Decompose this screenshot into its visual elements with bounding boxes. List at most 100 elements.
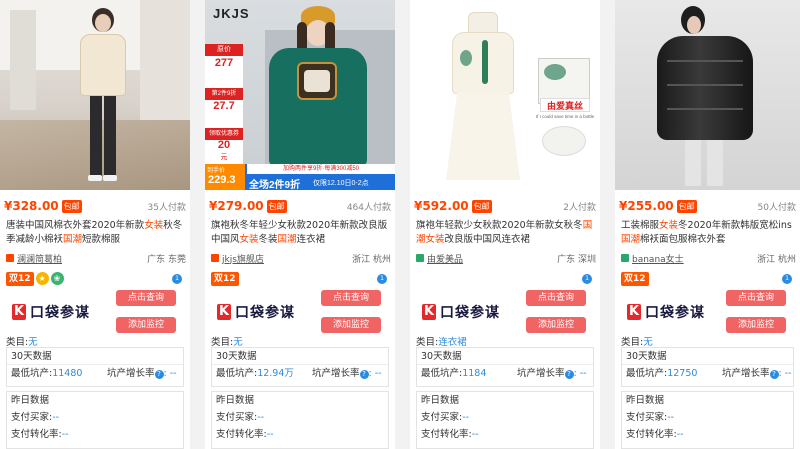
sales-count: 2人付款 — [563, 202, 596, 213]
location: 广东 东莞 — [147, 254, 186, 265]
notification-icon[interactable]: 1 — [172, 274, 182, 284]
free-shipping-badge: 包邮 — [471, 199, 492, 213]
price-row: ¥279.00 包邮 464人付款 — [209, 198, 391, 214]
category: 类目:无 — [6, 337, 38, 348]
add-monitor-button[interactable]: 添加监控 — [116, 317, 176, 333]
category: 类目:连衣裙 — [416, 337, 467, 348]
shop-link[interactable]: jkjs旗舰店 — [222, 252, 264, 265]
add-monitor-button[interactable]: 添加监控 — [321, 317, 381, 333]
shop-icon — [6, 254, 14, 262]
badges: 双12 — [211, 272, 239, 286]
category: 类目:无 — [211, 337, 243, 348]
shop-row: 澜澜简葛柏 广东 东莞 — [6, 251, 186, 265]
min-pit-value: 11480 — [52, 368, 83, 379]
notification-icon[interactable]: 1 — [582, 274, 592, 284]
shop-link[interactable]: banana女士 — [632, 252, 684, 265]
help-icon[interactable]: ? — [564, 370, 574, 379]
price-row: ¥592.00 包邮 2人付款 — [414, 198, 596, 214]
free-shipping-badge: 包邮 — [266, 199, 287, 213]
product-title[interactable]: 旗袍年轻款少女秋款2020年新款女秋冬国潮女装改良版中国风连衣裙 — [416, 219, 594, 247]
location: 浙江 杭州 — [757, 254, 796, 265]
badges: 双12 ★ ❀ — [6, 272, 64, 286]
location: 浙江 杭州 — [352, 254, 391, 265]
badges: 双12 — [621, 272, 649, 286]
free-shipping-badge: 包邮 — [676, 199, 697, 213]
double12-badge: 双12 — [6, 272, 34, 286]
location: 广东 深圳 — [557, 254, 596, 265]
price: ¥279.00 — [209, 199, 264, 213]
shop-link[interactable]: 由爱美品 — [427, 252, 463, 265]
double12-badge: 双12 — [211, 272, 239, 286]
koudai-logo: K 口袋参谋 — [217, 304, 295, 321]
30day-title: 30天数据 — [622, 348, 793, 365]
min-pit-value: 12.94万 — [257, 368, 294, 379]
koudai-logo: K 口袋参谋 — [627, 304, 705, 321]
help-icon[interactable]: ? — [359, 370, 369, 379]
query-button[interactable]: 点击查询 — [526, 290, 586, 306]
shop-link[interactable]: 澜澜简葛柏 — [17, 252, 62, 265]
logo-k-icon: K — [627, 304, 641, 320]
product-card[interactable]: ¥255.00 包邮 50人付款 工装棉服女装冬2020年新款韩版宽松ins国潮… — [615, 0, 800, 449]
koudai-logo: K 口袋参谋 — [422, 304, 500, 321]
price: ¥255.00 — [619, 199, 674, 213]
min-pit-value: 1184 — [462, 368, 487, 379]
logo-k-icon: K — [217, 304, 231, 320]
30day-data-box: 30天数据 最低坑产:1184 坑产增长率?: -- — [416, 347, 594, 387]
shop-row: banana女士 浙江 杭州 — [621, 251, 796, 265]
30day-title: 30天数据 — [7, 348, 183, 365]
notification-icon[interactable]: 1 — [377, 274, 387, 284]
query-button[interactable]: 点击查询 — [116, 290, 176, 306]
product-card[interactable]: JKJS 原价 277 第2件9折 27.7 领取优惠券 20 元 加购两件享9… — [205, 0, 395, 449]
query-button[interactable]: 点击查询 — [726, 290, 786, 306]
category: 类目:无 — [621, 337, 653, 348]
price-row: ¥255.00 包邮 50人付款 — [619, 198, 796, 214]
logo-k-icon: K — [422, 304, 436, 320]
product-grid: ¥328.00 包邮 35人付款 唐装中国风棉衣外套2020年新款女装秋冬季减龄… — [0, 0, 800, 449]
shop-icon — [621, 254, 629, 262]
product-image[interactable] — [615, 0, 800, 190]
yesterday-title: 昨日数据 — [421, 395, 460, 406]
gold-medal-icon: ★ — [35, 272, 49, 285]
30day-data-box: 30天数据 最低坑产:12750 坑产增长率?: -- — [621, 347, 794, 387]
yesterday-data-box: 昨日数据 支付买家:-- 支付转化率:-- — [211, 391, 389, 449]
product-title[interactable]: 工装棉服女装冬2020年新款韩版宽松ins国潮棉袄面包服棉衣外套 — [621, 219, 794, 247]
price-row: ¥328.00 包邮 35人付款 — [4, 198, 186, 214]
shop-icon — [211, 254, 219, 262]
sales-count: 50人付款 — [757, 202, 796, 213]
product-image[interactable]: 由爱真丝 If I could save time in a bottle — [410, 0, 600, 190]
koudai-logo: K 口袋参谋 — [12, 304, 90, 321]
product-card[interactable]: 由爱真丝 If I could save time in a bottle ¥5… — [410, 0, 600, 449]
shop-row: 由爱美品 广东 深圳 — [416, 251, 596, 265]
product-image[interactable] — [0, 0, 190, 190]
query-button[interactable]: 点击查询 — [321, 290, 381, 306]
price: ¥592.00 — [414, 199, 469, 213]
add-monitor-button[interactable]: 添加监控 — [526, 317, 586, 333]
price: ¥328.00 — [4, 199, 59, 213]
yesterday-title: 昨日数据 — [11, 395, 50, 406]
help-icon[interactable]: ? — [154, 370, 164, 379]
add-monitor-button[interactable]: 添加监控 — [726, 317, 786, 333]
product-image[interactable]: JKJS 原价 277 第2件9折 27.7 领取优惠券 20 元 加购两件享9… — [205, 0, 395, 190]
free-shipping-badge: 包邮 — [61, 199, 82, 213]
sales-count: 464人付款 — [346, 202, 391, 213]
30day-data-box: 30天数据 最低坑产:11480 坑产增长率?: -- — [6, 347, 184, 387]
product-title[interactable]: 旗袍秋冬年轻少女秋款2020年新款改良版中国风女装冬装国潮连衣裙 — [211, 219, 389, 247]
product-title[interactable]: 唐装中国风棉衣外套2020年新款女装秋冬季减龄小棉袄国潮短款棉服 — [6, 219, 184, 247]
yesterday-title: 昨日数据 — [216, 395, 255, 406]
green-leaf-icon: ❀ — [50, 272, 64, 285]
notification-icon[interactable]: 1 — [782, 274, 792, 284]
yesterday-data-box: 昨日数据 支付买家:-- 支付转化率:-- — [416, 391, 594, 449]
help-icon[interactable]: ? — [769, 370, 779, 379]
yesterday-data-box: 昨日数据 支付买家:-- 支付转化率:-- — [6, 391, 184, 449]
brand-mark: JKJS — [213, 6, 250, 21]
min-pit-value: 12750 — [667, 368, 698, 379]
30day-title: 30天数据 — [417, 348, 593, 365]
sales-count: 35人付款 — [147, 202, 186, 213]
double12-badge: 双12 — [621, 272, 649, 286]
30day-data-box: 30天数据 最低坑产:12.94万 坑产增长率?: -- — [211, 347, 389, 387]
shop-row: jkjs旗舰店 浙江 杭州 — [211, 251, 391, 265]
30day-title: 30天数据 — [212, 348, 388, 365]
product-card[interactable]: ¥328.00 包邮 35人付款 唐装中国风棉衣外套2020年新款女装秋冬季减龄… — [0, 0, 190, 449]
shop-icon — [416, 254, 424, 262]
yesterday-title: 昨日数据 — [626, 395, 665, 406]
